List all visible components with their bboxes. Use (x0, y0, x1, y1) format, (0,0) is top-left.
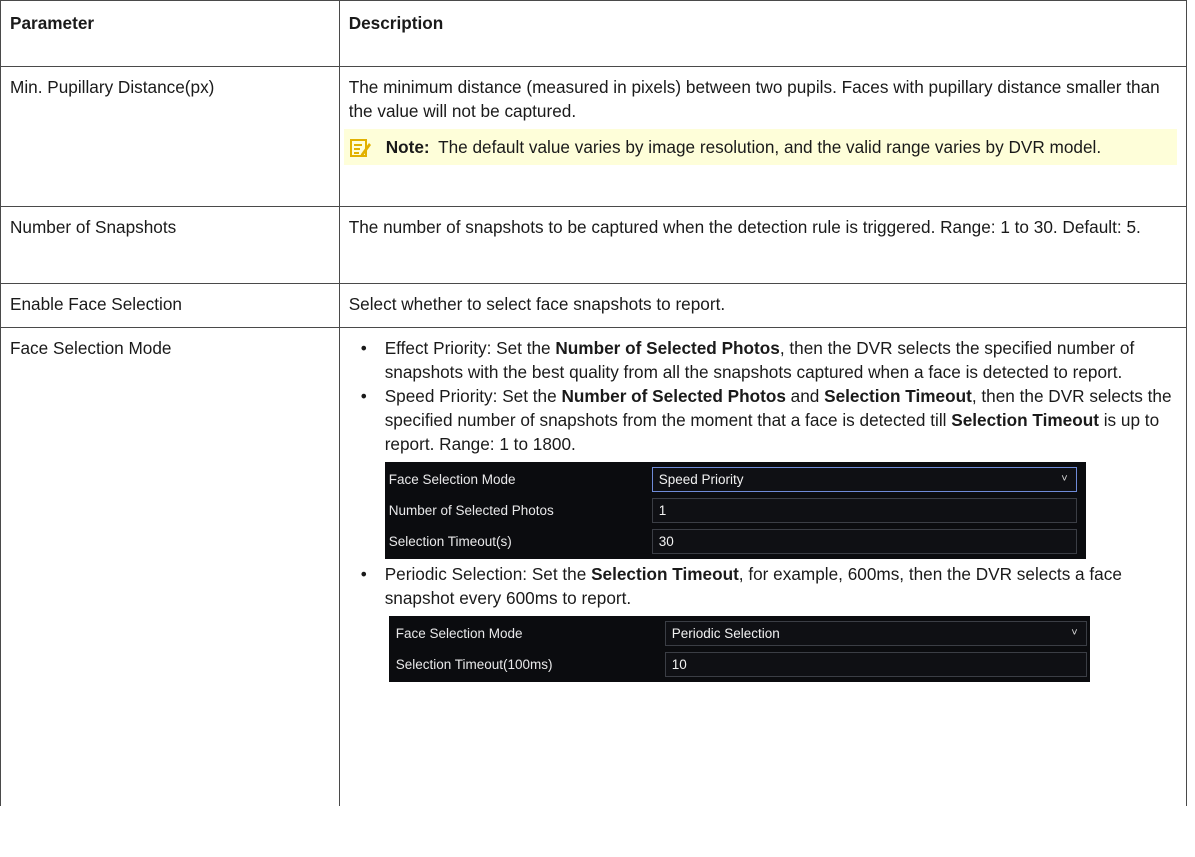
text: Speed Priority: Set the (384, 386, 562, 406)
chevron-down-icon: ˅ (1071, 627, 1078, 639)
desc-cell: The number of snapshots to be captured w… (338, 206, 1188, 284)
text: Periodic Selection: Set the (384, 564, 592, 584)
bold-term: Selection Timeout (951, 410, 1099, 430)
text: Effect Priority: Set the (384, 338, 556, 358)
table-row: Enable Face Selection Select whether to … (0, 283, 1188, 328)
setting-row: Number of Selected Photos 1 (385, 495, 1086, 526)
param-face-selection-mode: Face Selection Mode (0, 327, 340, 806)
note-box: Note: The default value varies by image … (343, 129, 1177, 165)
selection-timeout-input[interactable]: 10 (664, 652, 1087, 677)
bullet: • (360, 564, 367, 584)
setting-row: Face Selection Mode Periodic Selection ˅ (389, 618, 1090, 649)
bold-term: Number of Selected Photos (555, 338, 780, 358)
list-item-effect-priority: • Effect Priority: Set the Number of Sel… (349, 336, 1177, 384)
param-enable-face-selection: Enable Face Selection (0, 283, 340, 328)
periodic-selection-settings-panel: Face Selection Mode Periodic Selection ˅… (388, 616, 1090, 682)
list-item-periodic-selection: • Periodic Selection: Set the Selection … (349, 562, 1177, 682)
desc-text: The minimum distance (measured in pixels… (348, 77, 1160, 121)
face-selection-mode-label: Face Selection Mode (395, 625, 523, 641)
face-selection-mode-label: Face Selection Mode (388, 471, 516, 487)
setting-row: Face Selection Mode Speed Priority ˅ (385, 464, 1086, 495)
desc-cell: Select whether to select face snapshots … (338, 283, 1188, 328)
desc-cell: The minimum distance (measured in pixels… (338, 66, 1188, 207)
bold-term: Number of Selected Photos (561, 386, 786, 406)
bullet: • (360, 386, 367, 406)
param-number-of-snapshots: Number of Snapshots (0, 206, 340, 284)
table-header-row: Parameter Description (0, 0, 1188, 67)
setting-row: Selection Timeout(s) 30 (385, 526, 1086, 557)
table-row: Number of Snapshots The number of snapsh… (0, 206, 1188, 284)
select-value: Speed Priority (658, 472, 744, 487)
header-description: Description (338, 0, 1188, 67)
text: and (785, 386, 825, 406)
note-text: The default value varies by image resolu… (438, 137, 1102, 157)
bold-term: Selection Timeout (824, 386, 972, 406)
face-selection-mode-select[interactable]: Periodic Selection ˅ (664, 621, 1087, 646)
bold-term: Selection Timeout (591, 564, 739, 584)
number-of-selected-photos-input[interactable]: 1 (651, 498, 1077, 523)
desc-cell: • Effect Priority: Set the Number of Sel… (338, 327, 1188, 806)
selection-timeout-input[interactable]: 30 (651, 529, 1077, 554)
table-row: Min. Pupillary Distance(px) The minimum … (0, 66, 1188, 207)
selection-timeout-label: Selection Timeout(s) (388, 533, 512, 549)
table-row: Face Selection Mode • Effect Priority: S… (0, 327, 1188, 806)
chevron-down-icon: ˅ (1061, 473, 1068, 485)
select-value: Periodic Selection (671, 626, 780, 641)
face-selection-mode-select[interactable]: Speed Priority ˅ (651, 467, 1077, 492)
parameter-table: Parameter Description Min. Pupillary Dis… (0, 0, 1188, 806)
setting-row: Selection Timeout(100ms) 10 (389, 649, 1090, 680)
list-item-speed-priority: • Speed Priority: Set the Number of Sele… (349, 384, 1177, 559)
header-parameter: Parameter (0, 0, 340, 67)
speed-priority-settings-panel: Face Selection Mode Speed Priority ˅ Num… (384, 462, 1086, 559)
selection-timeout-label: Selection Timeout(100ms) (395, 656, 553, 672)
param-min-pupillary-distance: Min. Pupillary Distance(px) (0, 66, 340, 207)
bullet: • (360, 338, 367, 358)
mode-list: • Effect Priority: Set the Number of Sel… (349, 336, 1177, 682)
note-label: Note: (385, 137, 430, 157)
number-of-selected-photos-label: Number of Selected Photos (388, 502, 554, 518)
note-pencil-icon (349, 139, 371, 157)
